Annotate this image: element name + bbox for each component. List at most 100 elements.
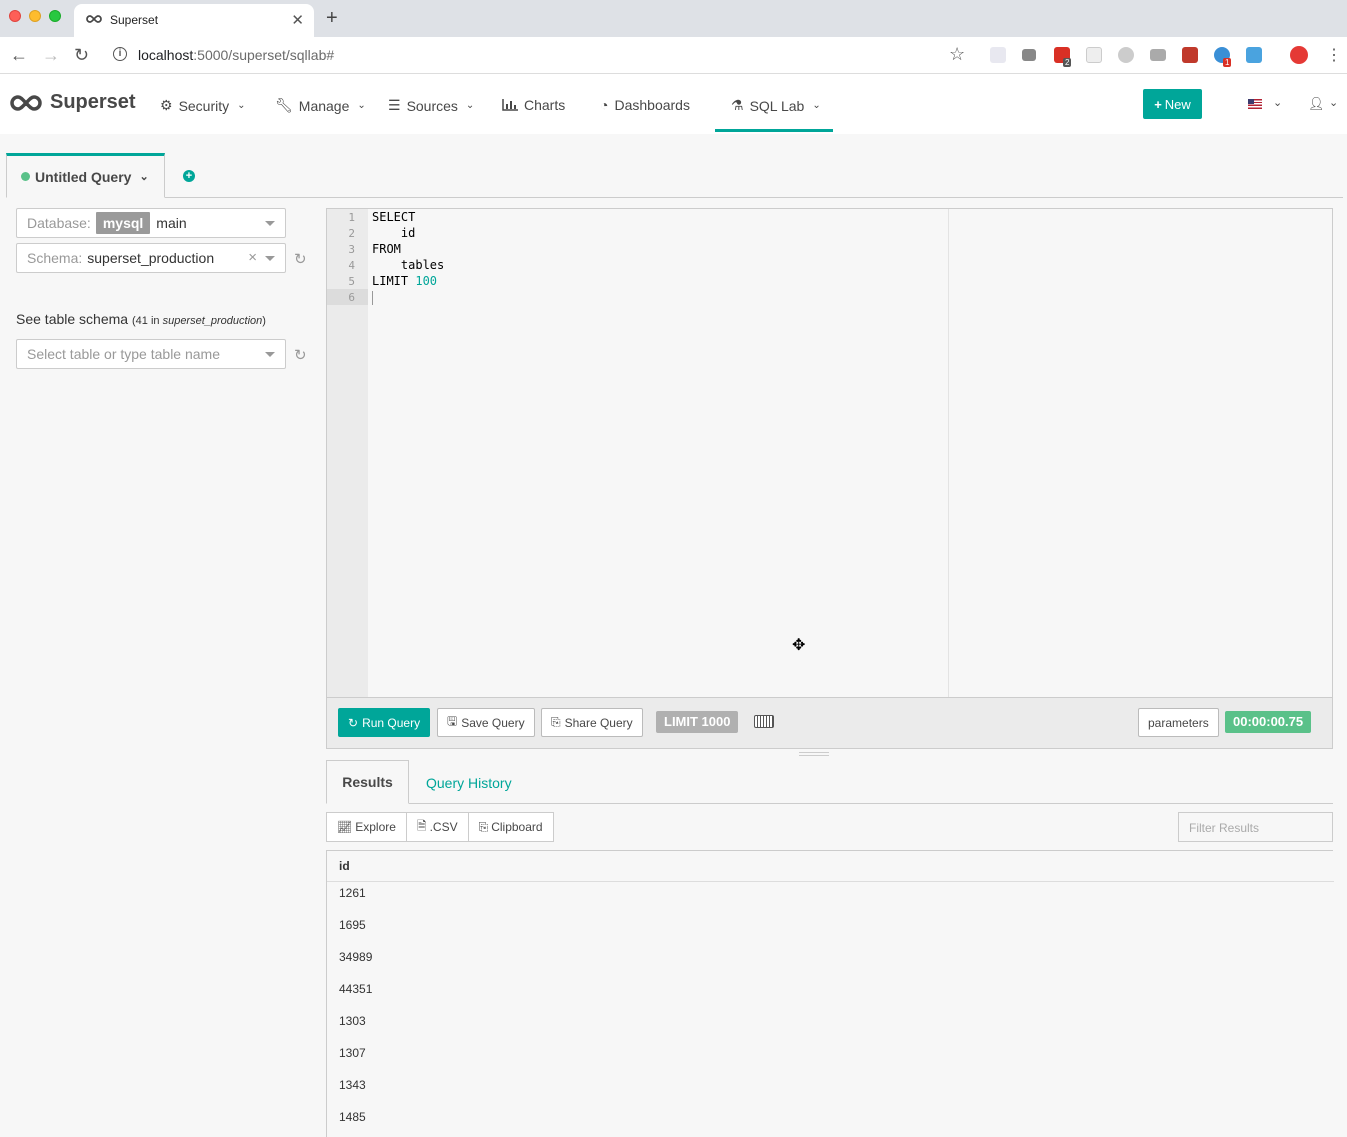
query-tabs: Untitled Query ⌄ + (6, 153, 1343, 198)
run-query-button[interactable]: ↻ Run Query (338, 708, 431, 737)
text-cursor (372, 291, 373, 305)
print-margin (948, 209, 949, 697)
run-query-label: Run Query (362, 715, 421, 730)
nav-security-label: Security (178, 97, 230, 114)
copy-icon: ⎘ (478, 819, 489, 834)
chevron-down-icon[interactable]: ⌄ (1273, 96, 1282, 109)
brand-name: Superset (50, 91, 136, 113)
window-close-button[interactable] (9, 10, 21, 22)
database-type-chip: mysql (95, 212, 151, 234)
tab-untitled-query[interactable]: Untitled Query ⌄ (6, 153, 165, 198)
nav-sql-lab[interactable]: ⚗ SQL Lab ⌄ (731, 97, 821, 114)
table-cell: 1695 (339, 918, 366, 932)
user-icon[interactable]: 👤︎ (1308, 96, 1325, 112)
chevron-down-icon: ⌄ (812, 100, 821, 111)
extension-icon[interactable] (1150, 49, 1166, 61)
database-select-prefix: Database: (27, 215, 91, 231)
chevron-down-icon[interactable]: ⌄ (1329, 96, 1338, 109)
extension-icon[interactable] (1246, 47, 1262, 63)
code-line: SELECT (372, 210, 416, 224)
results-tabs: Results Query History (326, 760, 1333, 804)
pane-splitter[interactable] (799, 752, 829, 756)
csv-label: .CSV (429, 820, 458, 834)
parameters-button[interactable]: parameters (1138, 708, 1219, 737)
nav-security[interactable]: ⚙ Security ⌄ (160, 97, 246, 114)
extension-icon[interactable] (1086, 47, 1102, 63)
extension-icon[interactable] (1022, 49, 1036, 61)
results-actions: 📈︎ Explore 🗎 .CSV ⎘ Clipboard (326, 812, 554, 842)
save-icon: 🖫︎ (447, 714, 458, 728)
code-number: 100 (415, 274, 438, 288)
site-info-icon[interactable]: i (113, 47, 127, 61)
tab-query-history[interactable]: Query History (426, 775, 512, 791)
schema-name: superset_production (162, 315, 263, 327)
schema-select-prefix: Schema: (27, 250, 83, 266)
table-cell: 1307 (339, 1046, 366, 1060)
address-bar: ← → ↻ i localhost:5000/superset/sqllab# … (0, 37, 1347, 74)
table-count: 41 (135, 315, 148, 327)
window-minimize-button[interactable] (29, 10, 41, 22)
cogs-icon: ⚙ (160, 97, 173, 113)
keyboard-icon[interactable] (754, 715, 774, 728)
superset-logo[interactable]: Superset (10, 91, 136, 114)
limit-dropdown[interactable]: LIMIT 1000 (656, 711, 739, 733)
caret-down-icon (265, 221, 275, 226)
clipboard-icon: ⎘ (551, 715, 561, 729)
chevron-down-icon: ⌄ (357, 100, 366, 111)
bookmark-star-icon[interactable]: ☆ (949, 44, 965, 65)
browser-menu-icon[interactable]: ⋮ (1326, 45, 1342, 65)
share-query-button[interactable]: ⎘ Share Query (541, 708, 643, 737)
new-tab-icon[interactable]: + (326, 7, 338, 30)
schema-select[interactable]: Schema: superset_production × (16, 243, 286, 273)
sql-editor[interactable]: 1 2 3 4 5 6 SELECT id FROM tables LIMIT … (326, 208, 1333, 698)
nav-charts[interactable]: Charts (502, 97, 565, 113)
header-divider (327, 881, 1334, 882)
clear-icon[interactable]: × (248, 249, 257, 266)
refresh-tables-icon[interactable]: ↻ (294, 346, 307, 364)
chevron-down-icon[interactable]: ⌄ (139, 170, 148, 183)
browser-tabstrip: Superset ✕ + (0, 0, 1347, 37)
clipboard-label: Clipboard (491, 820, 543, 834)
save-query-button[interactable]: 🖫︎ Save Query (437, 708, 535, 737)
close-tab-icon[interactable]: ✕ (291, 11, 304, 29)
browser-tab[interactable]: Superset ✕ (74, 4, 314, 37)
nav-sources[interactable]: ☰ Sources ⌄ (388, 97, 474, 114)
url-field[interactable]: localhost:5000/superset/sqllab# (138, 47, 334, 63)
caret-down-icon (265, 256, 275, 261)
table-select[interactable]: Select table or type table name (16, 339, 286, 369)
explore-button[interactable]: 📈︎ Explore (326, 812, 407, 842)
filter-results-input[interactable]: Filter Results (1178, 812, 1333, 842)
database-select[interactable]: Database: mysql main (16, 208, 286, 238)
tab-results[interactable]: Results (326, 760, 409, 804)
column-header-id[interactable]: id (339, 859, 350, 873)
superset-favicon-icon (86, 15, 102, 23)
add-query-tab-icon[interactable]: + (183, 170, 195, 182)
window-maximize-button[interactable] (49, 10, 61, 22)
explore-label: Explore (355, 820, 396, 834)
refresh-schema-icon[interactable]: ↻ (294, 250, 307, 268)
nav-charts-label: Charts (524, 97, 566, 113)
back-icon[interactable]: ← (10, 45, 28, 66)
extension-icon[interactable] (1182, 47, 1198, 63)
line-number: 3 (348, 243, 355, 256)
flask-icon: ⚗ (731, 97, 744, 113)
nav-dashboards[interactable]: ◔ Dashboards (600, 97, 690, 113)
nav-manage[interactable]: 🔧︎ Manage ⌄ (275, 97, 366, 114)
nav-sources-label: Sources (406, 97, 458, 114)
profile-avatar-icon[interactable] (1290, 46, 1308, 64)
chevron-down-icon: ⌄ (237, 100, 246, 111)
reload-icon[interactable]: ↻ (74, 45, 89, 66)
forward-icon[interactable]: → (42, 45, 60, 66)
csv-button[interactable]: 🗎 .CSV (405, 812, 469, 842)
table-schema-heading: See table schema (41 in superset_product… (16, 311, 266, 327)
clipboard-button[interactable]: ⎘ Clipboard (467, 812, 554, 842)
table-cell: 1261 (339, 886, 366, 900)
code-line: FROM (372, 242, 401, 256)
share-query-label: Share Query (564, 715, 633, 730)
extension-icon[interactable] (990, 47, 1006, 63)
table-cell: 1485 (339, 1110, 366, 1124)
extension-icon[interactable] (1118, 47, 1134, 63)
new-button[interactable]: + New (1143, 89, 1202, 119)
line-number: 5 (348, 275, 355, 288)
language-flag-icon[interactable] (1248, 99, 1262, 109)
